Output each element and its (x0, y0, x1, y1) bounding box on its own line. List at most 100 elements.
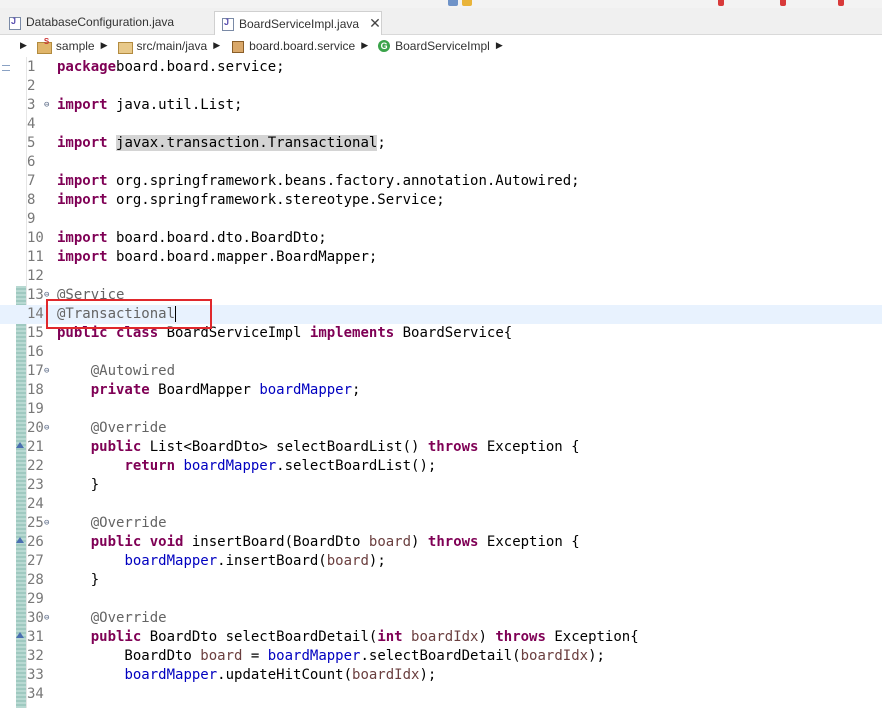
field-token: boardMapper (267, 648, 361, 664)
code-token: Exception{ (545, 629, 639, 645)
code-text: import org.springframework.stereotype.Se… (57, 191, 445, 210)
line-number: 19 (27, 401, 44, 417)
code-text: @Override (57, 609, 167, 628)
code-token: Exception { (478, 534, 580, 550)
breadcrumb-label: BoardServiceImpl (395, 38, 490, 53)
breadcrumb-label: board.board.service (249, 38, 356, 53)
highlighted-token: javax.transaction.Transactional (116, 135, 378, 151)
code-line[interactable]: 27 boardMapper.insertBoard(board); (0, 552, 882, 571)
code-line[interactable]: 25 ⊖ @Override (0, 514, 882, 533)
code-line[interactable]: 9 (0, 210, 882, 229)
code-line[interactable]: 8 import org.springframework.stereotype.S… (0, 191, 882, 210)
code-line[interactable]: 16 (0, 343, 882, 362)
keyword-token: import (57, 230, 108, 246)
code-line[interactable]: 10 import board.board.dto.BoardDto; (0, 229, 882, 248)
toolbar-button[interactable] (448, 0, 458, 6)
code-line[interactable]: 19 (0, 400, 882, 419)
code-token: board.board.dto.BoardDto; (107, 230, 327, 246)
code-token: .selectBoardList(); (276, 458, 437, 474)
project-icon (36, 37, 52, 54)
tab-board-service-impl[interactable]: BoardServiceImpl.java ✕ (214, 11, 382, 35)
line-number: 8 (27, 192, 36, 208)
code-line[interactable]: 2 (0, 77, 882, 96)
keyword-token: int (377, 629, 403, 645)
package-icon (230, 39, 245, 53)
fold-toggle-icon[interactable]: ⊖ (44, 419, 49, 438)
java-file-icon (8, 16, 21, 30)
code-line[interactable]: 17 ⊖ @Autowired (0, 362, 882, 381)
parameter-token: board (326, 553, 369, 569)
code-line[interactable]: 32 BoardDto board = boardMapper.selectBo… (0, 647, 882, 666)
fold-toggle-icon[interactable]: ⊖ (44, 362, 49, 381)
override-marker-icon[interactable] (16, 438, 25, 448)
chevron-right-icon: ▶ (20, 40, 27, 50)
code-line[interactable]: 30 ⊖ @Override (0, 609, 882, 628)
annotation-token: @Override (90, 420, 167, 436)
toolbar-button[interactable] (780, 0, 786, 6)
code-line[interactable]: 18 private BoardMapper boardMapper; (0, 381, 882, 400)
code-token: ; (377, 135, 386, 151)
code-token: = (242, 648, 268, 664)
code-line[interactable]: 12 (0, 267, 882, 286)
code-text: } (57, 476, 99, 495)
toolbar-button[interactable] (718, 0, 724, 6)
code-line[interactable]: 1 packageboard.board.service; (0, 58, 882, 77)
code-line[interactable]: 21 public List<BoardDto> selectBoardList… (0, 438, 882, 457)
code-line[interactable]: 34 (0, 685, 882, 704)
toolbar-strip (0, 0, 882, 8)
code-line[interactable]: 4 (0, 115, 882, 134)
fold-toggle-icon[interactable]: ⊖ (44, 514, 49, 533)
code-line[interactable]: 6 (0, 153, 882, 172)
keyword-token: private (90, 382, 150, 398)
code-line[interactable]: 24 (0, 495, 882, 514)
breadcrumb-item-project[interactable]: sample ▶ (36, 37, 114, 54)
breadcrumb-label: src/main/java (136, 38, 208, 53)
line-number: 24 (27, 496, 44, 512)
code-line[interactable]: 23 } (0, 476, 882, 495)
field-token: boardMapper (124, 553, 218, 569)
breadcrumb-item-class[interactable]: G BoardServiceImpl ▶ (378, 39, 509, 53)
code-line[interactable]: 29 (0, 590, 882, 609)
parameter-token: boardIdx (411, 629, 479, 645)
line-number: 28 (27, 572, 44, 588)
code-line[interactable]: 26 public void insertBoard(BoardDto boar… (0, 533, 882, 552)
toolbar-button[interactable] (462, 0, 472, 6)
code-line[interactable]: 5 import javax.transaction.Transactional; (0, 134, 882, 153)
line-number: 12 (27, 268, 44, 284)
code-line[interactable]: 22 return boardMapper.selectBoardList(); (0, 457, 882, 476)
override-marker-icon[interactable] (16, 628, 25, 638)
code-token: BoardService{ (394, 325, 513, 341)
code-line[interactable]: 20 ⊖ @Override (0, 419, 882, 438)
code-token: ) (478, 629, 496, 645)
line-number: 34 (27, 686, 44, 702)
code-line[interactable]: 33 boardMapper.updateHitCount(boardIdx); (0, 666, 882, 685)
toolbar-button[interactable] (838, 0, 844, 6)
code-token: org.springframework.beans.factory.annota… (107, 173, 580, 189)
code-text: public BoardDto selectBoardDetail(int bo… (57, 628, 639, 647)
code-token: .updateHitCount( (217, 667, 353, 683)
fold-toggle-icon[interactable]: ⊖ (44, 609, 49, 628)
keyword-token: throws (495, 629, 546, 645)
override-marker-icon[interactable] (16, 533, 25, 543)
code-line[interactable]: 28 } (0, 571, 882, 590)
breadcrumb-item-source-folder[interactable]: src/main/java ▶ (117, 38, 227, 54)
code-line[interactable]: 3 ⊖ import java.util.List; (0, 96, 882, 115)
tab-database-configuration[interactable]: DatabaseConfiguration.java (8, 10, 208, 34)
fold-toggle-icon[interactable]: ⊖ (44, 96, 49, 115)
line-number: 26 (27, 534, 44, 550)
code-line[interactable]: 11 import board.board.mapper.BoardMapper; (0, 248, 882, 267)
close-icon[interactable]: ✕ (369, 15, 381, 32)
code-token: .insertBoard( (217, 553, 327, 569)
code-line[interactable]: 31 public BoardDto selectBoardDetail(int… (0, 628, 882, 647)
line-number: 9 (27, 211, 36, 227)
code-token: ; (352, 382, 361, 398)
parameter-token: boardIdx (352, 667, 420, 683)
breadcrumb-item-package[interactable]: board.board.service ▶ (230, 39, 374, 53)
code-line[interactable]: 7 import org.springframework.beans.factor… (0, 172, 882, 191)
breadcrumb-label: sample (55, 38, 95, 53)
breadcrumb-menu[interactable]: ▶ (0, 40, 33, 51)
